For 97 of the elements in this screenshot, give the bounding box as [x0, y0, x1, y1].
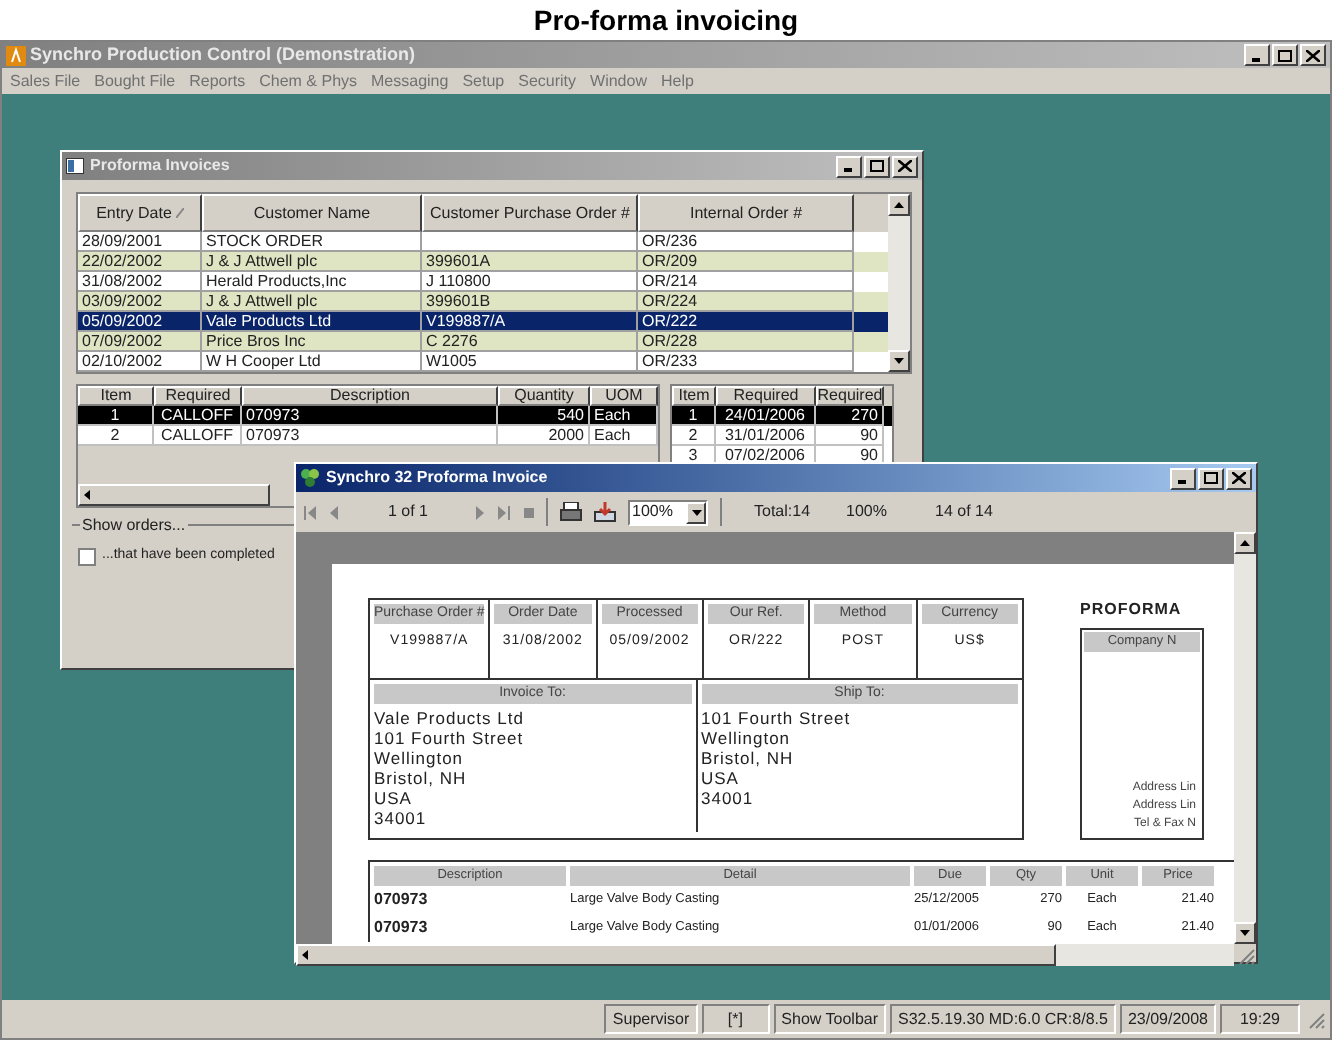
- status-panel: Show Toolbar: [773, 1004, 886, 1034]
- table-row[interactable]: 28/09/2001 STOCK ORDER OR/236: [78, 232, 888, 252]
- close-icon: [1232, 472, 1246, 484]
- app-logo-icon: [6, 45, 26, 65]
- scrollbar[interactable]: [296, 944, 1234, 966]
- sort-icon: [175, 208, 184, 218]
- minimize-button[interactable]: [836, 155, 862, 177]
- table-row[interactable]: 2 CALLOFF 070973 2000 Each: [78, 426, 658, 446]
- maximize-icon: [870, 160, 884, 172]
- table-cell: 070973: [242, 426, 498, 446]
- close-button[interactable]: [1300, 44, 1326, 66]
- table-row[interactable]: 31/08/2002 Herald Products,Inc J 110800 OR/214: [78, 272, 888, 292]
- status-panel: 23/09/2008: [1119, 1004, 1216, 1034]
- close-button[interactable]: [892, 155, 918, 177]
- zoom-dropdown[interactable]: 100%: [628, 499, 708, 525]
- table-cell: 2: [78, 426, 154, 446]
- table-cell: Each: [590, 426, 658, 446]
- maximize-button[interactable]: [1198, 467, 1224, 489]
- table-cell: W1005: [422, 352, 638, 372]
- table-cell: OR/233: [638, 352, 854, 372]
- table-cell: W H Cooper Ltd: [202, 352, 422, 372]
- table-cell-text: 070973: [374, 916, 430, 940]
- table-row[interactable]: 1 24/01/2006 270: [672, 406, 892, 426]
- table-row[interactable]: 03/09/2002 J & J Attwell plc 399601B OR/224: [78, 292, 888, 312]
- scrollbar[interactable]: [78, 484, 270, 506]
- address-line: Wellington: [374, 748, 466, 768]
- maximize-button[interactable]: [1272, 44, 1298, 66]
- table-cell-text: 070973: [374, 888, 430, 912]
- status-panel: 19:29: [1220, 1004, 1300, 1034]
- address-line: 34001: [701, 788, 756, 808]
- window-title: Proforma Invoices: [90, 154, 230, 178]
- column-header[interactable]: Required: [816, 386, 884, 406]
- column-header[interactable]: Required: [154, 386, 242, 406]
- column-header[interactable]: UOM: [590, 386, 658, 406]
- close-icon: [1306, 49, 1320, 61]
- close-icon: [898, 160, 912, 172]
- zoom-percent: 100%: [846, 500, 887, 524]
- address-line: Wellington: [701, 728, 793, 748]
- document-title: PROFORMA: [1080, 598, 1184, 622]
- table-row[interactable]: 1 CALLOFF 070973 540 Each: [78, 406, 658, 426]
- window-icon: [66, 158, 84, 174]
- column-header[interactable]: Entry Date: [78, 194, 202, 232]
- column-header[interactable]: Customer Purchase Order #: [422, 194, 638, 232]
- table-row[interactable]: 22/02/2002 J & J Attwell plc 399601A OR/209: [78, 252, 888, 272]
- column-header[interactable]: Required: [716, 386, 816, 406]
- page-caption: Pro-forma invoicing: [531, 1, 801, 40]
- resize-grip-icon[interactable]: [1304, 1008, 1326, 1030]
- table-cell: CALLOFF: [154, 426, 242, 446]
- table-row[interactable]: 2 31/01/2006 90: [672, 426, 892, 446]
- window-title: Synchro 32 Proforma Invoice: [326, 466, 548, 490]
- resize-grip-icon[interactable]: [1234, 944, 1256, 966]
- table-cell: 02/10/2002: [78, 352, 202, 372]
- printer-icon[interactable]: [560, 502, 582, 522]
- column-header[interactable]: Item: [672, 386, 716, 406]
- left-arrow-icon: [84, 490, 90, 500]
- address-line: Bristol, NH: [701, 748, 796, 768]
- minimize-button[interactable]: [1170, 467, 1196, 489]
- minimize-button[interactable]: [1244, 44, 1270, 66]
- scrollbar[interactable]: [1234, 532, 1256, 944]
- left-arrow-icon: [302, 950, 308, 960]
- column-header[interactable]: Quantity: [498, 386, 590, 406]
- up-arrow-icon: [894, 202, 904, 208]
- down-arrow-icon: [894, 358, 904, 364]
- column-header[interactable]: Customer Name: [202, 194, 422, 232]
- maximize-button[interactable]: [864, 155, 890, 177]
- down-arrow-icon: [1240, 930, 1250, 936]
- column-header[interactable]: Description: [242, 386, 498, 406]
- status-panel: S32.5.19.30 MD:6.0 CR:8/8.5: [890, 1004, 1116, 1034]
- address-line: 101 Fourth Street: [374, 728, 526, 748]
- table-row[interactable]: 3 07/02/2006 90: [672, 446, 892, 462]
- address-line: 34001: [374, 808, 429, 828]
- export-icon[interactable]: [594, 502, 616, 522]
- address-line: USA: [374, 788, 414, 808]
- address-line: Vale Products Ltd: [374, 708, 526, 728]
- table-row[interactable]: 07/09/2002 Price Bros Inc C 2276 OR/228: [78, 332, 888, 352]
- address-line: Bristol, NH: [374, 768, 469, 788]
- caret-icon: [691, 509, 701, 515]
- close-button[interactable]: [1226, 467, 1252, 489]
- column-header[interactable]: Item: [78, 386, 154, 406]
- checkbox[interactable]: [78, 547, 96, 566]
- scrollbar[interactable]: [888, 194, 910, 372]
- total-label: Total:14: [754, 500, 811, 524]
- maximize-icon: [1204, 472, 1218, 484]
- page-indicator: 1 of 1: [385, 500, 430, 524]
- maximize-icon: [1278, 49, 1292, 61]
- column-header[interactable]: Internal Order #: [638, 194, 854, 232]
- address-line: USA: [701, 768, 741, 788]
- status-panel: Supervisor: [604, 1004, 698, 1034]
- status-panel: [*]: [701, 1004, 770, 1034]
- record-count: 14 of 14: [935, 500, 993, 524]
- table-row[interactable]: 05/09/2002 Vale Products Ltd V199887/A OR/222: [78, 312, 888, 332]
- window-title: Synchro Production Control (Demonstration): [30, 41, 415, 68]
- app-logo-icon: [300, 468, 320, 488]
- table-row[interactable]: 02/10/2002 W H Cooper Ltd W1005 OR/233: [78, 352, 888, 372]
- table-cell: 2000: [498, 426, 590, 446]
- address-line: 101 Fourth Street: [701, 708, 853, 728]
- up-arrow-icon: [1240, 540, 1250, 546]
